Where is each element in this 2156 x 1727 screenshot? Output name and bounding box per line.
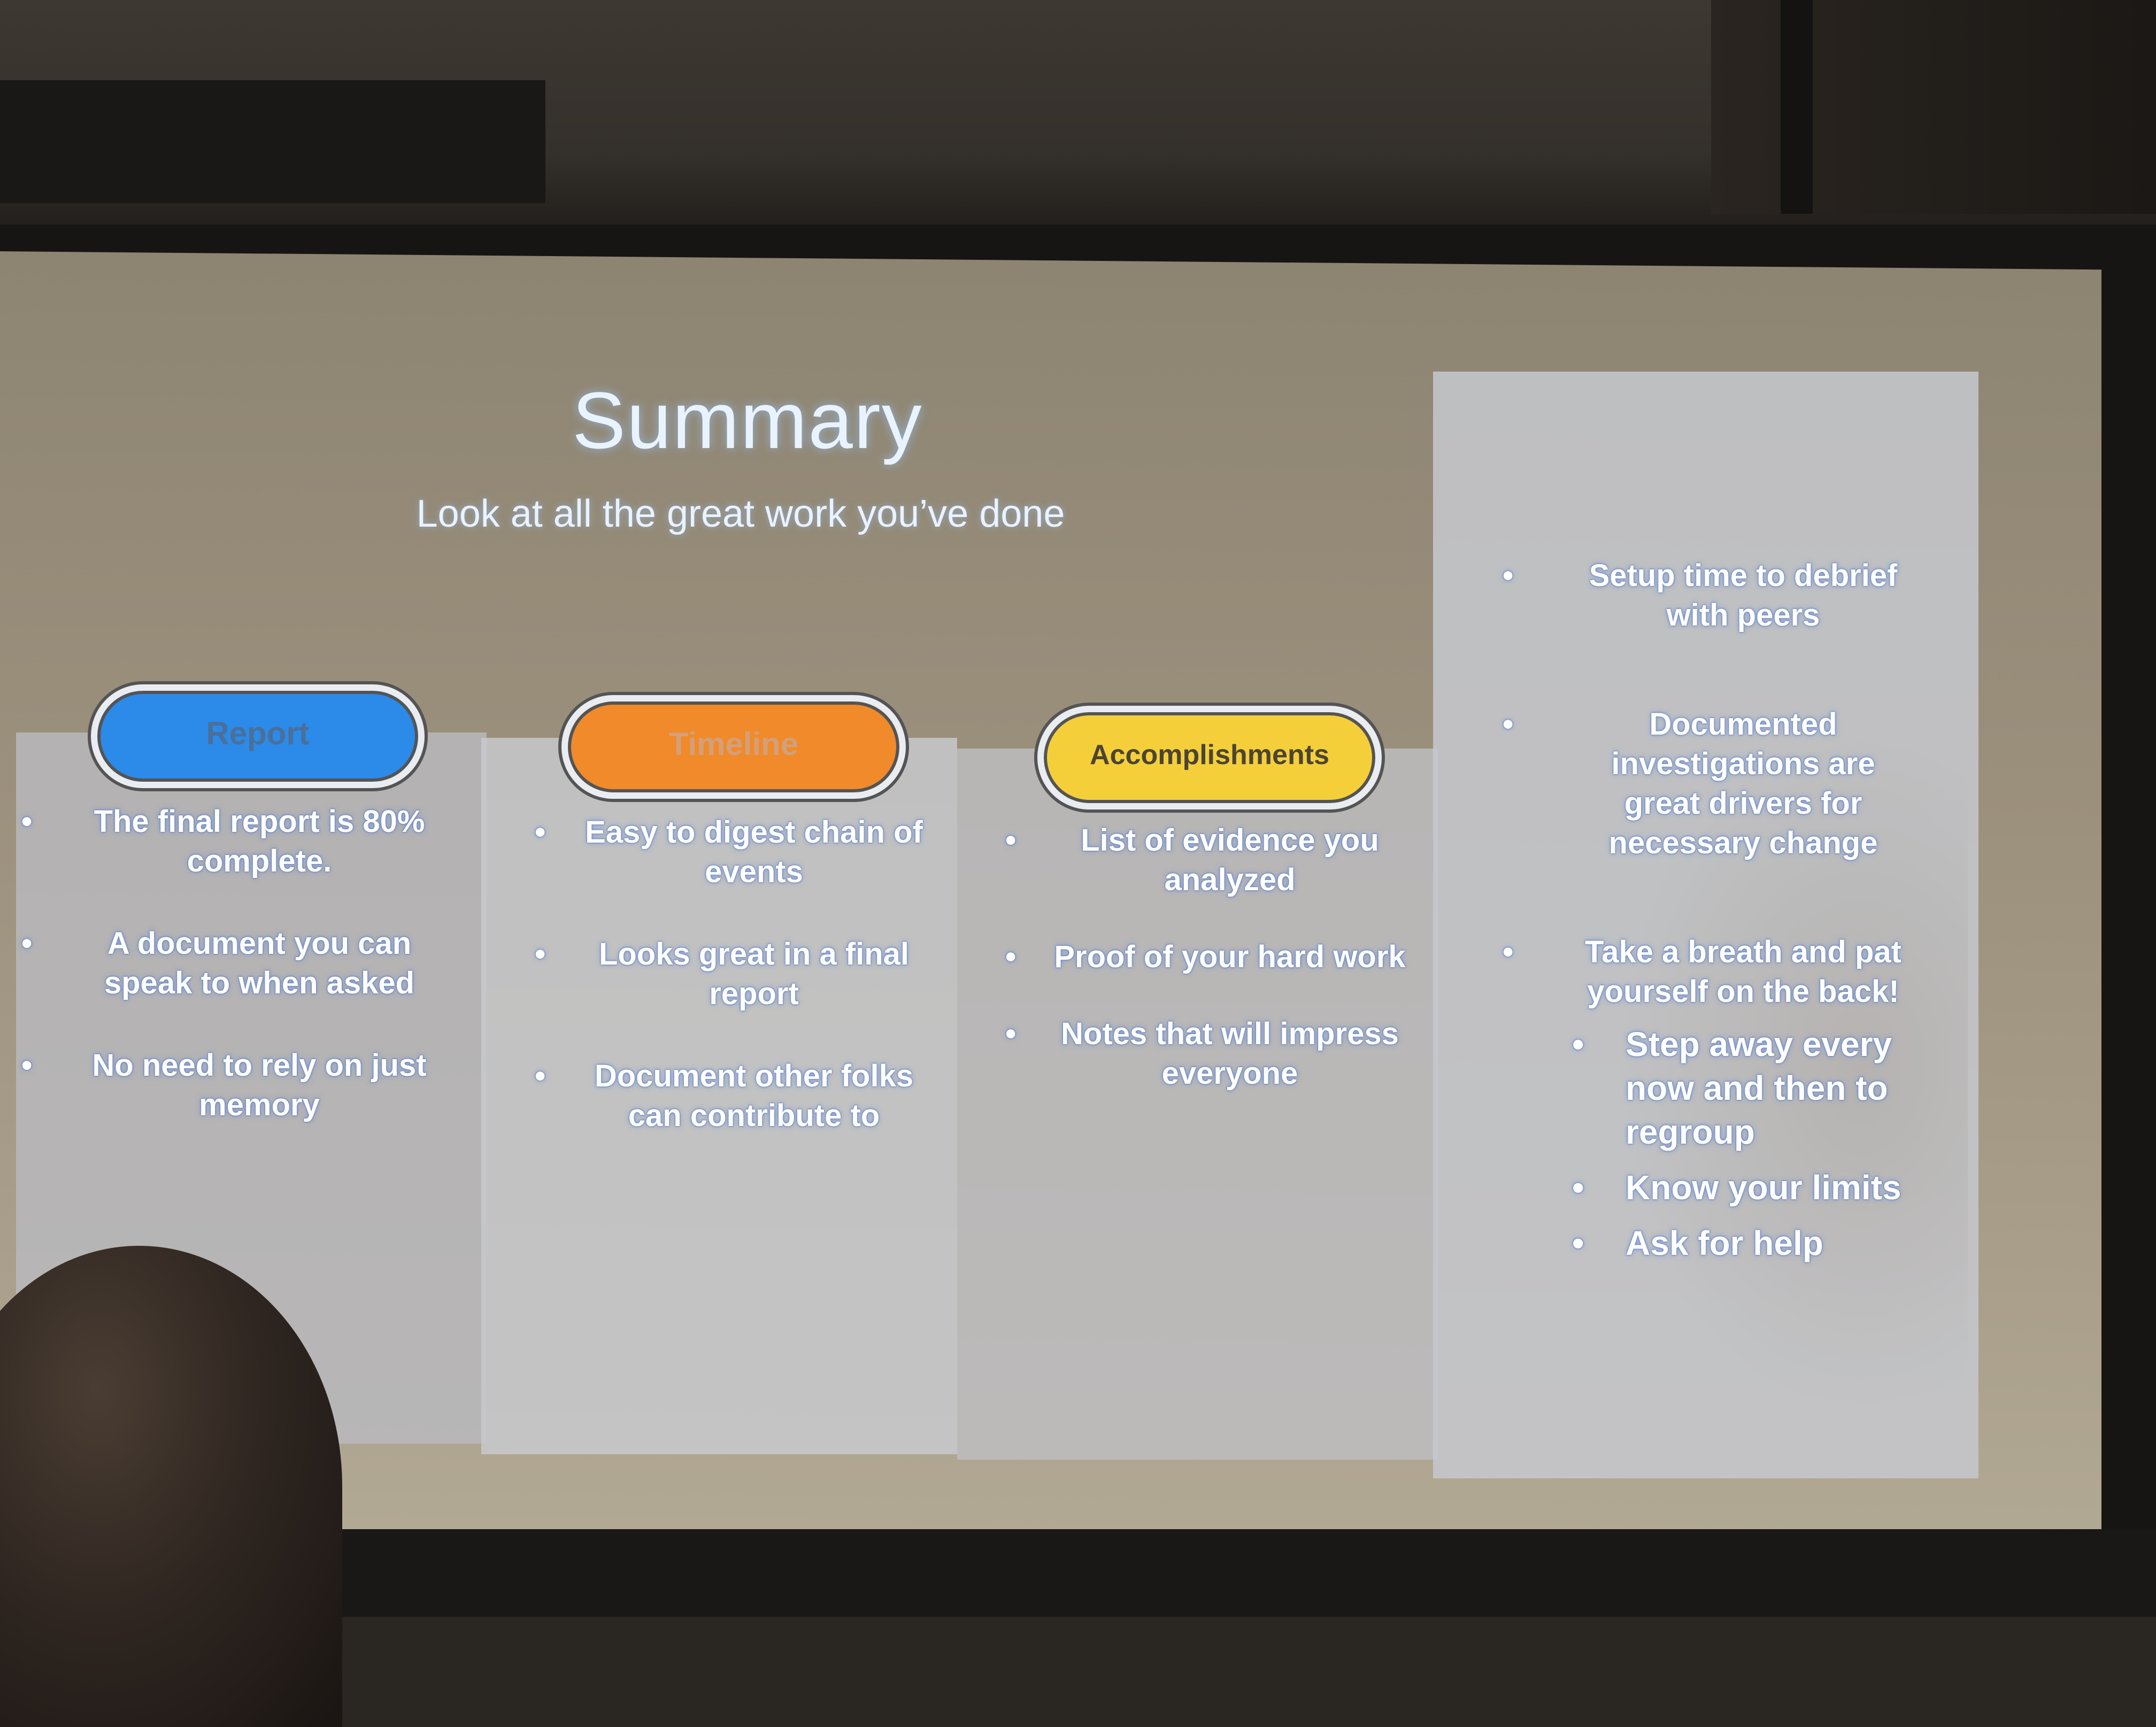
bullet-item: Looks great in a final report [535,935,946,1014]
side-panel-bullets: Setup time to debrief with peers Documen… [1503,556,1914,1277]
slide-subtitle: Look at all the great work you’ve done [416,492,1065,535]
bullet-item: List of evidence you analyzed [1005,821,1428,900]
bullet-item: Documented investigations are great driv… [1503,705,1914,863]
bullet-text: Take a breath and pat yourself on the ba… [1585,935,1901,1009]
room-corner [1711,0,2156,214]
report-heading: Report [206,715,310,751]
room-panel [0,80,545,203]
timeline-heading-pill: Timeline [561,695,906,799]
bullet-item: The final report is 80% complete. [21,802,476,881]
bullet-item: Document other folks can contribute to [535,1057,946,1136]
sub-bullet-item: Know your limits [1572,1166,1914,1209]
bullet-item: Notes that will impress everyone [1005,1014,1428,1093]
room-beam [1781,0,1813,214]
accomplishments-heading: Accomplishments [1090,739,1329,770]
sub-bullets: Step away every now and then to regroup … [1572,1022,1914,1265]
timeline-bullets: Easy to digest chain of events Looks gre… [535,813,946,1178]
screen-bottom-frame [321,1529,2156,1617]
slide-title: Summary [572,375,923,465]
timeline-heading: Timeline [668,726,799,762]
sub-bullet-item: Step away every now and then to regroup [1572,1022,1914,1154]
bullet-item: No need to rely on just memory [21,1046,476,1125]
bullet-item: Take a breath and pat yourself on the ba… [1503,932,1914,1265]
bullet-item: Setup time to debrief with peers [1503,556,1914,635]
bullet-item: Proof of your hard work [1005,937,1428,977]
sub-bullet-item: Ask for help [1572,1221,1914,1265]
bullet-item: A document you can speak to when asked [21,924,476,1003]
bullet-item: Easy to digest chain of events [535,813,946,892]
report-bullets: The final report is 80% complete. A docu… [21,802,476,1168]
accomplishments-bullets: List of evidence you analyzed Proof of y… [1005,821,1428,1131]
report-heading-pill: Report [91,684,425,788]
accomplishments-heading-pill: Accomplishments [1037,706,1382,809]
